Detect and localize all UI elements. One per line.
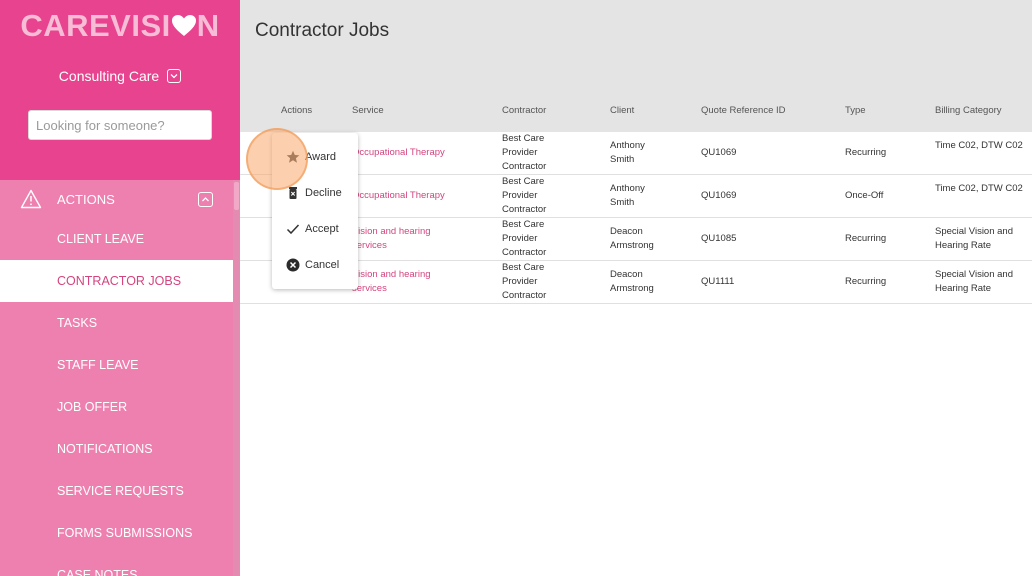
star-icon [286, 150, 300, 164]
cell-type: Recurring [845, 276, 887, 287]
warning-icon [20, 189, 42, 212]
cell-quote-ref: QU1069 [701, 147, 737, 158]
sidebar-item-service-requests[interactable]: SERVICE REQUESTS [0, 470, 233, 512]
sidebar-item-contractor-jobs[interactable]: CONTRACTOR JOBS [0, 260, 233, 302]
sidebar-item-forms-submissions[interactable]: FORMS SUBMISSIONS [0, 512, 233, 554]
sidebar-scrollbar[interactable] [233, 180, 240, 576]
sidebar: CAREVISI N Consulting Care ACTIONS CLIENT… [0, 0, 240, 576]
check-icon [286, 222, 300, 236]
heart-icon [171, 10, 197, 46]
column-header-quote-ref[interactable]: Quote Reference ID [701, 105, 786, 116]
carevision-logo: CAREVISI N [0, 8, 240, 44]
search-input[interactable] [28, 110, 212, 140]
cell-billing: Time C02, DTW C02 [935, 140, 1023, 151]
cell-contractor: Best Care Provider Contractor [502, 176, 547, 215]
cancel-icon [286, 258, 300, 272]
page-title: Contractor Jobs [255, 20, 390, 41]
cell-quote-ref: QU1085 [701, 233, 737, 244]
cell-service[interactable]: Vision and hearing services [352, 225, 442, 253]
cell-quote-ref: QU1111 [701, 276, 735, 287]
sidebar-item-client-leave[interactable]: CLIENT LEAVE [0, 218, 233, 260]
logo-text-right: N [196, 8, 220, 43]
cell-quote-ref: QU1069 [701, 190, 737, 201]
column-header-contractor[interactable]: Contractor [502, 105, 546, 116]
cell-service[interactable]: Occupational Therapy [352, 189, 472, 203]
cell-contractor: Best Care Provider Contractor [502, 262, 547, 301]
decline-menu-item[interactable]: Decline [272, 178, 358, 208]
accept-label: Accept [305, 223, 339, 235]
cell-contractor: Best Care Provider Contractor [502, 133, 547, 172]
cell-service[interactable]: Occupational Therapy [352, 146, 472, 160]
column-header-actions: Actions [281, 105, 313, 116]
sidebar-item-notifications[interactable]: NOTIFICATIONS [0, 428, 233, 470]
cell-client: Deacon Armstrong [610, 269, 654, 294]
cell-billing: Time C02, DTW C02 [935, 183, 1023, 194]
sidebar-header: CAREVISI N Consulting Care [0, 0, 240, 180]
chevron-down-icon[interactable] [167, 69, 182, 83]
table-row[interactable]: Vision and hearing services Best Care Pr… [240, 261, 1032, 304]
sidebar-item-tasks[interactable]: TASKS [0, 302, 233, 344]
award-menu-item[interactable]: Award [272, 142, 358, 172]
main-content: Contractor Jobs Actions Service Contract… [240, 0, 1032, 576]
jobs-table: Occupational Therapy Best Care Provider … [240, 132, 1032, 304]
cancel-menu-item[interactable]: Cancel [272, 250, 358, 280]
cell-billing: Special Vision and Hearing Rate [935, 269, 1013, 294]
cell-billing: Special Vision and Hearing Rate [935, 226, 1013, 251]
cell-service[interactable]: Vision and hearing services [352, 268, 442, 296]
sidebar-scrollbar-thumb[interactable] [234, 182, 239, 210]
cancel-label: Cancel [305, 259, 340, 271]
column-header-client[interactable]: Client [610, 105, 634, 116]
cell-type: Recurring [845, 147, 887, 158]
sidebar-item-case-notes[interactable]: CASE NOTES [0, 554, 233, 576]
column-header-type[interactable]: Type [845, 105, 866, 116]
cell-contractor: Best Care Provider Contractor [502, 219, 547, 258]
org-selector[interactable]: Consulting Care [0, 68, 240, 84]
nav-section-label: ACTIONS [57, 192, 115, 207]
sidebar-item-staff-leave[interactable]: STAFF LEAVE [0, 344, 233, 386]
decline-label: Decline [305, 187, 342, 199]
delete-icon [286, 186, 300, 200]
table-row[interactable]: Occupational Therapy Best Care Provider … [240, 132, 1032, 175]
column-header-billing[interactable]: Billing Category [935, 105, 1002, 116]
accept-menu-item[interactable]: Accept [272, 214, 358, 244]
actions-menu: Award Decline Accept Cancel [272, 133, 358, 289]
org-name: Consulting Care [58, 68, 160, 84]
cell-client: Anthony Smith [610, 183, 645, 208]
column-header-service[interactable]: Service [352, 105, 384, 116]
page-header: Contractor Jobs Actions Service Contract… [240, 0, 1032, 132]
nav-section-actions[interactable]: ACTIONS [0, 180, 240, 218]
sidebar-nav: ACTIONS CLIENT LEAVE CONTRACTOR JOBS TAS… [0, 180, 240, 576]
chevron-up-icon[interactable] [198, 192, 213, 207]
table-row[interactable]: Occupational Therapy Best Care Provider … [240, 175, 1032, 218]
award-label: Award [305, 151, 336, 163]
logo-text-left: CAREVISI [20, 8, 171, 43]
table-row[interactable]: Vision and hearing services Best Care Pr… [240, 218, 1032, 261]
cell-client: Deacon Armstrong [610, 226, 654, 251]
cell-type: Once-Off [845, 190, 884, 201]
sidebar-item-job-offer[interactable]: JOB OFFER [0, 386, 233, 428]
cell-client: Anthony Smith [610, 140, 645, 165]
cell-type: Recurring [845, 233, 887, 244]
